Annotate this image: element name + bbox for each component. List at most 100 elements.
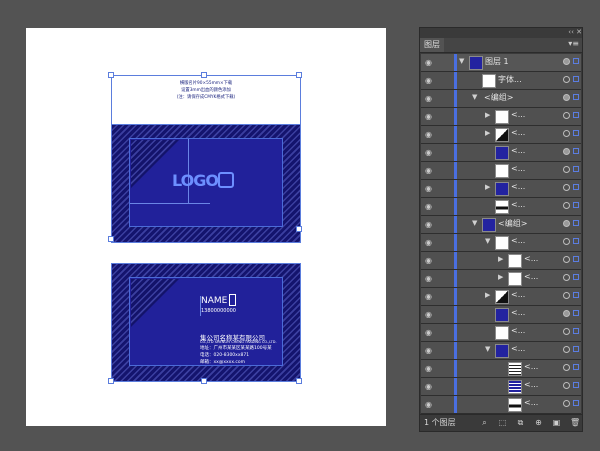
- expand-toggle-icon[interactable]: ▼: [472, 219, 477, 227]
- selection-handle[interactable]: [201, 72, 207, 78]
- layer-name[interactable]: <...: [511, 200, 525, 209]
- visibility-eye-icon[interactable]: ◉: [425, 238, 432, 247]
- selection-indicator[interactable]: [573, 292, 579, 298]
- visibility-eye-icon[interactable]: ◉: [425, 166, 432, 175]
- layer-row[interactable]: ◉ ▶ <...: [421, 252, 581, 270]
- selection-indicator[interactable]: [573, 220, 579, 226]
- layer-row[interactable]: ◉ ▼ <...: [421, 234, 581, 252]
- search-icon[interactable]: ⌕: [480, 418, 489, 427]
- layer-row[interactable]: ◉ <...: [421, 198, 581, 216]
- target-icon[interactable]: [563, 364, 570, 371]
- layer-row[interactable]: ◉ <...: [421, 144, 581, 162]
- lock-toggle[interactable]: [439, 90, 455, 107]
- layer-row[interactable]: ◉ <...: [421, 324, 581, 342]
- layer-row[interactable]: ◉ <...: [421, 360, 581, 378]
- tab-layers[interactable]: 图层: [420, 38, 444, 52]
- visibility-eye-icon[interactable]: ◉: [425, 58, 432, 67]
- layer-name[interactable]: <...: [511, 146, 525, 155]
- expand-toggle-icon[interactable]: ▼: [485, 237, 490, 245]
- layer-name[interactable]: <...: [524, 272, 538, 281]
- selection-indicator[interactable]: [573, 112, 579, 118]
- selection-indicator[interactable]: [573, 76, 579, 82]
- lock-toggle[interactable]: [439, 180, 455, 197]
- target-icon[interactable]: [563, 274, 570, 281]
- collapse-icon[interactable]: ‹‹ ✕: [568, 28, 582, 36]
- layer-row[interactable]: ◉ 字体...: [421, 72, 581, 90]
- layer-name[interactable]: <...: [511, 128, 525, 137]
- visibility-eye-icon[interactable]: ◉: [425, 292, 432, 301]
- visibility-eye-icon[interactable]: ◉: [425, 94, 432, 103]
- layer-row[interactable]: ◉ <...: [421, 306, 581, 324]
- visibility-eye-icon[interactable]: ◉: [425, 382, 432, 391]
- expand-toggle-icon[interactable]: ▼: [485, 345, 490, 353]
- selection-handle[interactable]: [296, 378, 302, 384]
- layer-name[interactable]: <编组>: [498, 218, 527, 229]
- lock-toggle[interactable]: [439, 162, 455, 179]
- target-icon[interactable]: [563, 148, 570, 155]
- new-layer-icon[interactable]: ▣: [552, 418, 561, 427]
- lock-toggle[interactable]: [439, 288, 455, 305]
- layer-name[interactable]: <...: [511, 308, 525, 317]
- target-icon[interactable]: [563, 346, 570, 353]
- layer-row[interactable]: ◉ <...: [421, 396, 581, 414]
- lock-toggle[interactable]: [439, 342, 455, 359]
- layer-row[interactable]: ◉ ▶ <...: [421, 180, 581, 198]
- panel-menu-icon[interactable]: ▾≡: [568, 39, 579, 48]
- target-icon[interactable]: [563, 256, 570, 263]
- target-icon[interactable]: [563, 184, 570, 191]
- selection-indicator[interactable]: [573, 130, 579, 136]
- target-icon[interactable]: [563, 130, 570, 137]
- target-icon[interactable]: [563, 310, 570, 317]
- lock-toggle[interactable]: [439, 360, 455, 377]
- visibility-eye-icon[interactable]: ◉: [425, 346, 432, 355]
- visibility-eye-icon[interactable]: ◉: [425, 202, 432, 211]
- visibility-eye-icon[interactable]: ◉: [425, 274, 432, 283]
- selection-indicator[interactable]: [573, 148, 579, 154]
- lock-toggle[interactable]: [439, 72, 455, 89]
- layer-name[interactable]: <...: [511, 182, 525, 191]
- layer-name[interactable]: <...: [524, 398, 538, 407]
- selection-handle[interactable]: [108, 378, 114, 384]
- target-icon[interactable]: [563, 94, 570, 101]
- target-icon[interactable]: [563, 58, 570, 65]
- expand-toggle-icon[interactable]: ▼: [459, 57, 464, 65]
- make-clipping-mask-icon[interactable]: ⧉: [516, 418, 525, 427]
- lock-toggle[interactable]: [439, 324, 455, 341]
- expand-toggle-icon[interactable]: ▶: [498, 273, 503, 281]
- selection-indicator[interactable]: [573, 310, 579, 316]
- visibility-eye-icon[interactable]: ◉: [425, 400, 432, 409]
- target-icon[interactable]: [563, 202, 570, 209]
- layer-name[interactable]: <编组>: [484, 92, 513, 103]
- lock-toggle[interactable]: [439, 378, 455, 395]
- layer-name[interactable]: 字体...: [498, 74, 522, 85]
- target-icon[interactable]: [563, 238, 570, 245]
- layer-row[interactable]: ◉ ▶ <...: [421, 126, 581, 144]
- panel-collapse-bar[interactable]: ‹‹ ✕: [420, 28, 582, 38]
- layer-row[interactable]: ◉ ▶ <...: [421, 108, 581, 126]
- visibility-eye-icon[interactable]: ◉: [425, 76, 432, 85]
- target-icon[interactable]: [563, 292, 570, 299]
- selection-indicator[interactable]: [573, 400, 579, 406]
- expand-toggle-icon[interactable]: ▶: [485, 129, 490, 137]
- layer-name[interactable]: <...: [511, 110, 525, 119]
- selection-indicator[interactable]: [573, 58, 579, 64]
- selection-indicator[interactable]: [573, 256, 579, 262]
- visibility-eye-icon[interactable]: ◉: [425, 184, 432, 193]
- selection-handle[interactable]: [201, 378, 207, 384]
- target-icon[interactable]: [563, 76, 570, 83]
- layer-name[interactable]: <...: [524, 254, 538, 263]
- expand-toggle-icon[interactable]: ▼: [472, 93, 477, 101]
- layer-row[interactable]: ◉ <...: [421, 162, 581, 180]
- target-icon[interactable]: [563, 328, 570, 335]
- delete-icon[interactable]: 🗑: [570, 418, 580, 427]
- selection-indicator[interactable]: [573, 382, 579, 388]
- layer-name[interactable]: <...: [524, 380, 538, 389]
- visibility-eye-icon[interactable]: ◉: [425, 148, 432, 157]
- lock-toggle[interactable]: [439, 216, 455, 233]
- visibility-eye-icon[interactable]: ◉: [425, 256, 432, 265]
- visibility-eye-icon[interactable]: ◉: [425, 364, 432, 373]
- selection-handle[interactable]: [296, 226, 302, 232]
- target-icon[interactable]: [563, 166, 570, 173]
- layer-row[interactable]: ◉ <...: [421, 378, 581, 396]
- expand-toggle-icon[interactable]: ▶: [498, 255, 503, 263]
